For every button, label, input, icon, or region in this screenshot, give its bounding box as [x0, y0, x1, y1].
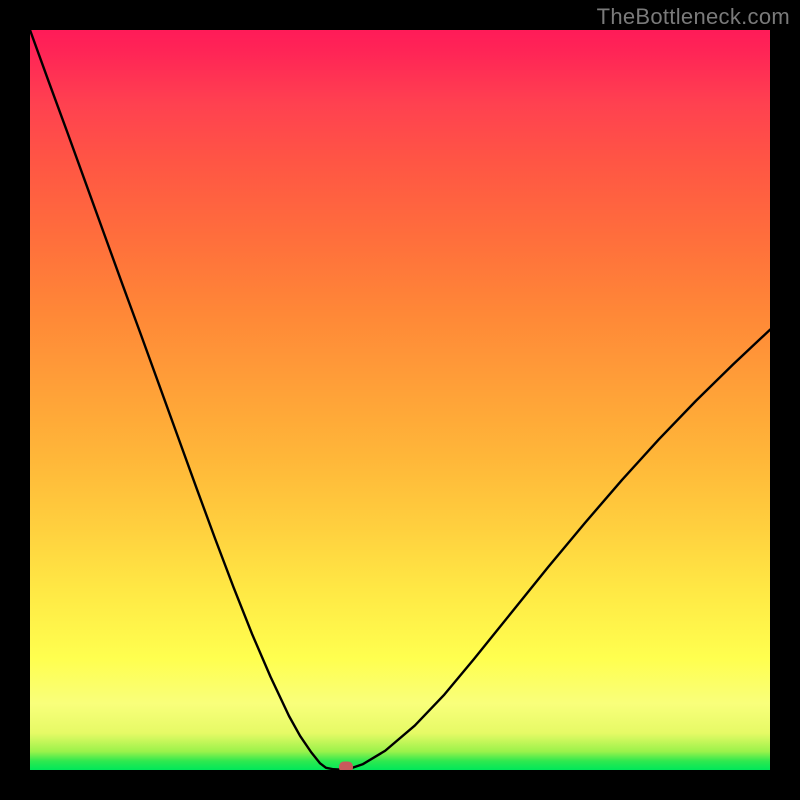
watermark-label: TheBottleneck.com [597, 4, 790, 30]
plot-area [30, 30, 770, 770]
optimal-point-marker [339, 762, 353, 771]
chart-frame: TheBottleneck.com [0, 0, 800, 800]
bottleneck-curve [30, 30, 770, 770]
